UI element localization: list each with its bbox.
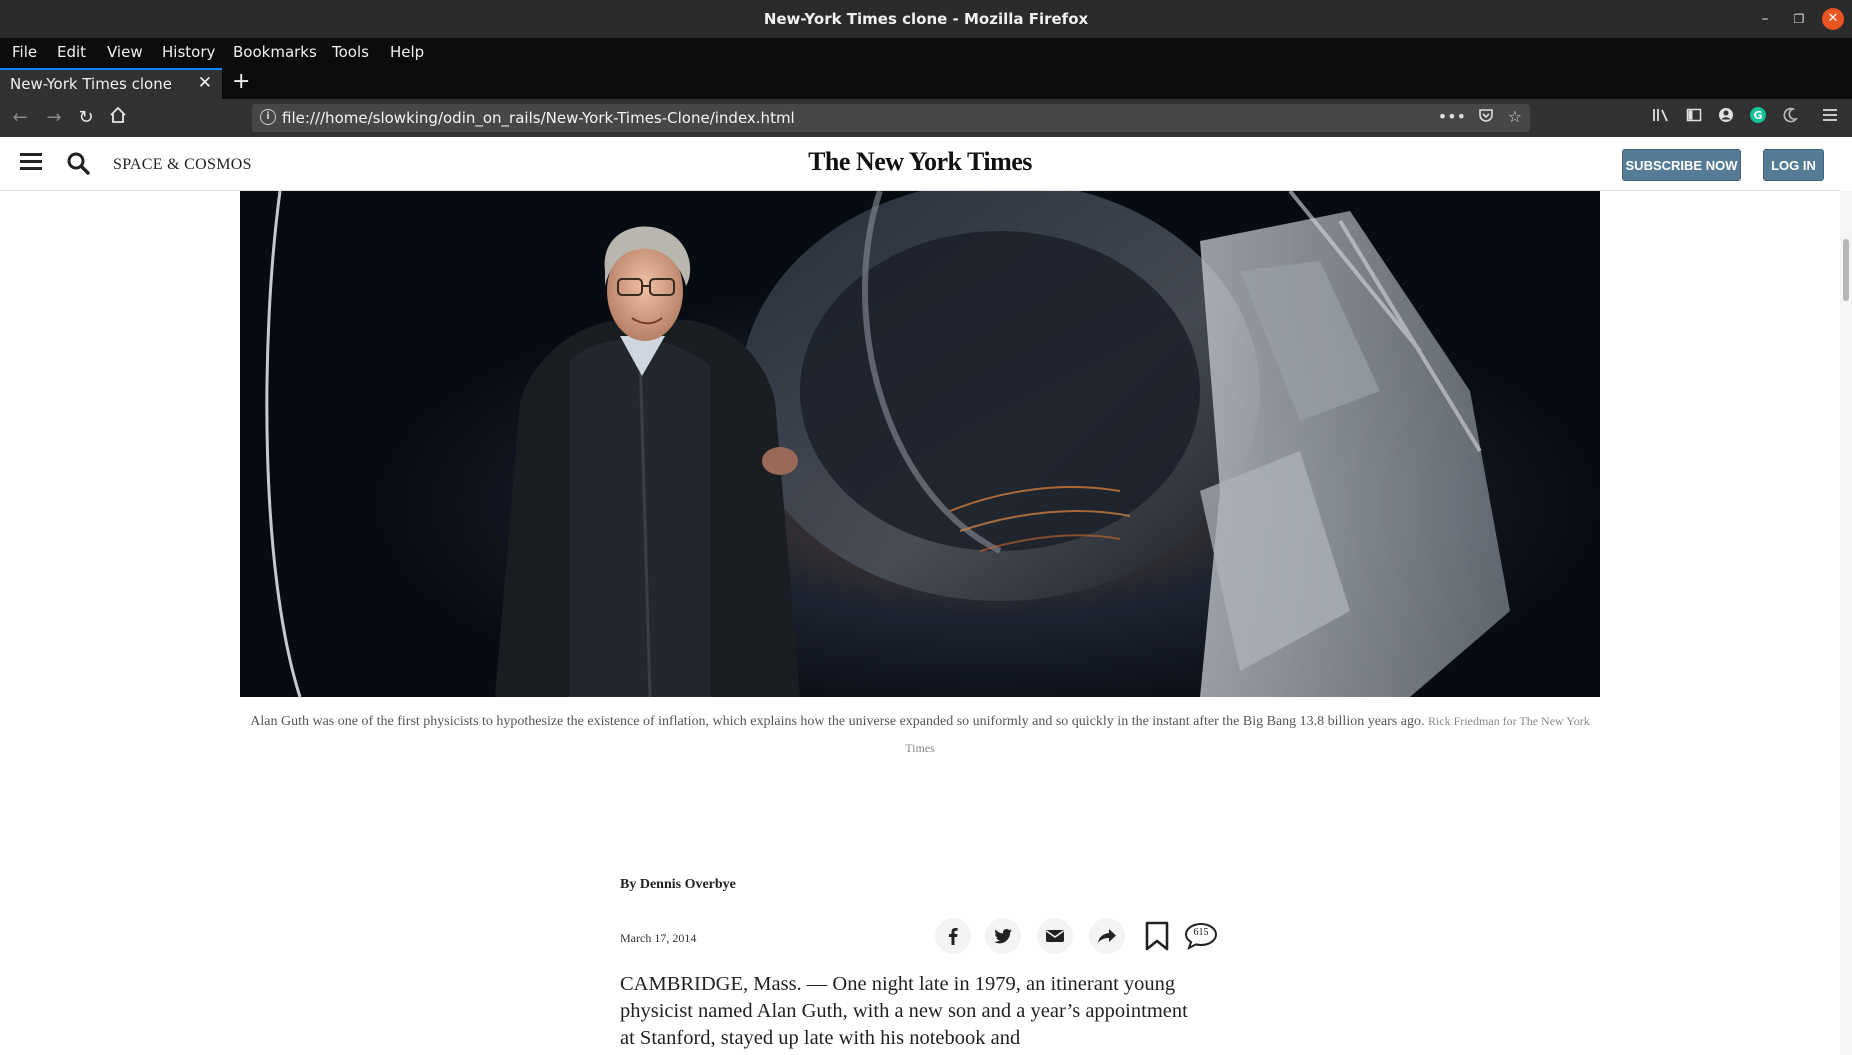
nyt-logo[interactable]: The New York Times <box>0 147 1840 177</box>
save-bookmark-button[interactable] <box>1144 921 1170 955</box>
account-icon[interactable] <box>1718 107 1734 127</box>
navigation-bar: ← → ↻ i file:///home/slowking/odin_on_ra… <box>0 99 1852 137</box>
home-icon[interactable] <box>106 106 130 130</box>
tab-label: New-York Times clone <box>10 75 172 93</box>
reload-icon[interactable]: ↻ <box>74 106 98 130</box>
menu-file[interactable]: File <box>12 43 37 61</box>
publish-date: March 17, 2014 <box>620 931 697 945</box>
share-arrow-icon <box>1098 929 1116 943</box>
menu-bookmarks[interactable]: Bookmarks <box>233 43 317 61</box>
site-info-icon[interactable]: i <box>260 109 276 125</box>
sidebar-icon[interactable] <box>1686 107 1702 127</box>
tab-strip: New-York Times clone ✕ + <box>0 68 1852 99</box>
photo-caption: Alan Guth was one of the first physicist… <box>240 708 1600 762</box>
minimize-icon[interactable]: – <box>1754 8 1776 30</box>
email-icon <box>1046 930 1064 942</box>
dark-mode-icon[interactable] <box>1782 107 1799 127</box>
subscribe-button[interactable]: SUBSCRIBE NOW <box>1622 149 1741 181</box>
menu-tools[interactable]: Tools <box>332 43 369 61</box>
url-text[interactable]: file:///home/slowking/odin_on_rails/New-… <box>282 109 795 127</box>
svg-text:G: G <box>1753 109 1762 122</box>
menu-history[interactable]: History <box>162 43 215 61</box>
address-bar[interactable]: i file:///home/slowking/odin_on_rails/Ne… <box>252 104 1530 132</box>
twitter-share-button[interactable] <box>985 918 1021 954</box>
grammarly-icon[interactable]: G <box>1750 107 1766 127</box>
twitter-icon <box>994 929 1012 944</box>
close-window-icon[interactable]: ✕ <box>1822 8 1844 30</box>
bookmark-star-icon[interactable]: ☆ <box>1508 107 1522 126</box>
pocket-icon[interactable] <box>1478 107 1494 127</box>
byline[interactable]: By Dennis Overbye <box>620 877 736 893</box>
article-body: CAMBRIDGE, Mass. — One night late in 197… <box>620 973 1188 1049</box>
tab-active[interactable]: New-York Times clone ✕ <box>0 68 222 99</box>
more-share-button[interactable] <box>1089 918 1125 954</box>
back-icon[interactable]: ← <box>8 106 32 130</box>
menu-help[interactable]: Help <box>390 43 424 61</box>
page-scrollbar[interactable] <box>1840 191 1852 1055</box>
new-tab-icon[interactable]: + <box>232 69 250 94</box>
email-share-button[interactable] <box>1037 918 1073 954</box>
forward-icon[interactable]: → <box>42 106 66 130</box>
library-icon[interactable] <box>1652 107 1670 127</box>
menu-bar: File Edit View History Bookmarks Tools H… <box>0 38 1852 68</box>
scrollbar-thumb[interactable] <box>1843 239 1849 301</box>
bookmark-icon <box>1145 921 1169 951</box>
menu-view[interactable]: View <box>107 43 143 61</box>
login-button[interactable]: LOG IN <box>1763 149 1824 181</box>
caption-text: Alan Guth was one of the first physicist… <box>250 714 1425 729</box>
hero-photo <box>240 191 1600 697</box>
menu-edit[interactable]: Edit <box>57 43 86 61</box>
facebook-icon <box>949 928 958 945</box>
site-header: SPACE & COSMOS The New York Times SUBSCR… <box>0 137 1840 191</box>
page-viewport: SPACE & COSMOS The New York Times SUBSCR… <box>0 137 1852 1055</box>
page-actions-icon[interactable]: ••• <box>1438 107 1466 126</box>
window-title: New-York Times clone - Mozilla Firefox <box>763 10 1089 28</box>
window-titlebar: New-York Times clone - Mozilla Firefox –… <box>0 0 1852 38</box>
facebook-share-button[interactable] <box>935 918 971 954</box>
comments-button[interactable]: 615 <box>1184 922 1218 954</box>
comment-count: 615 <box>1193 927 1209 938</box>
close-tab-icon[interactable]: ✕ <box>198 73 212 93</box>
open-menu-icon[interactable] <box>1822 107 1838 126</box>
maximize-icon[interactable]: ❐ <box>1788 8 1810 30</box>
